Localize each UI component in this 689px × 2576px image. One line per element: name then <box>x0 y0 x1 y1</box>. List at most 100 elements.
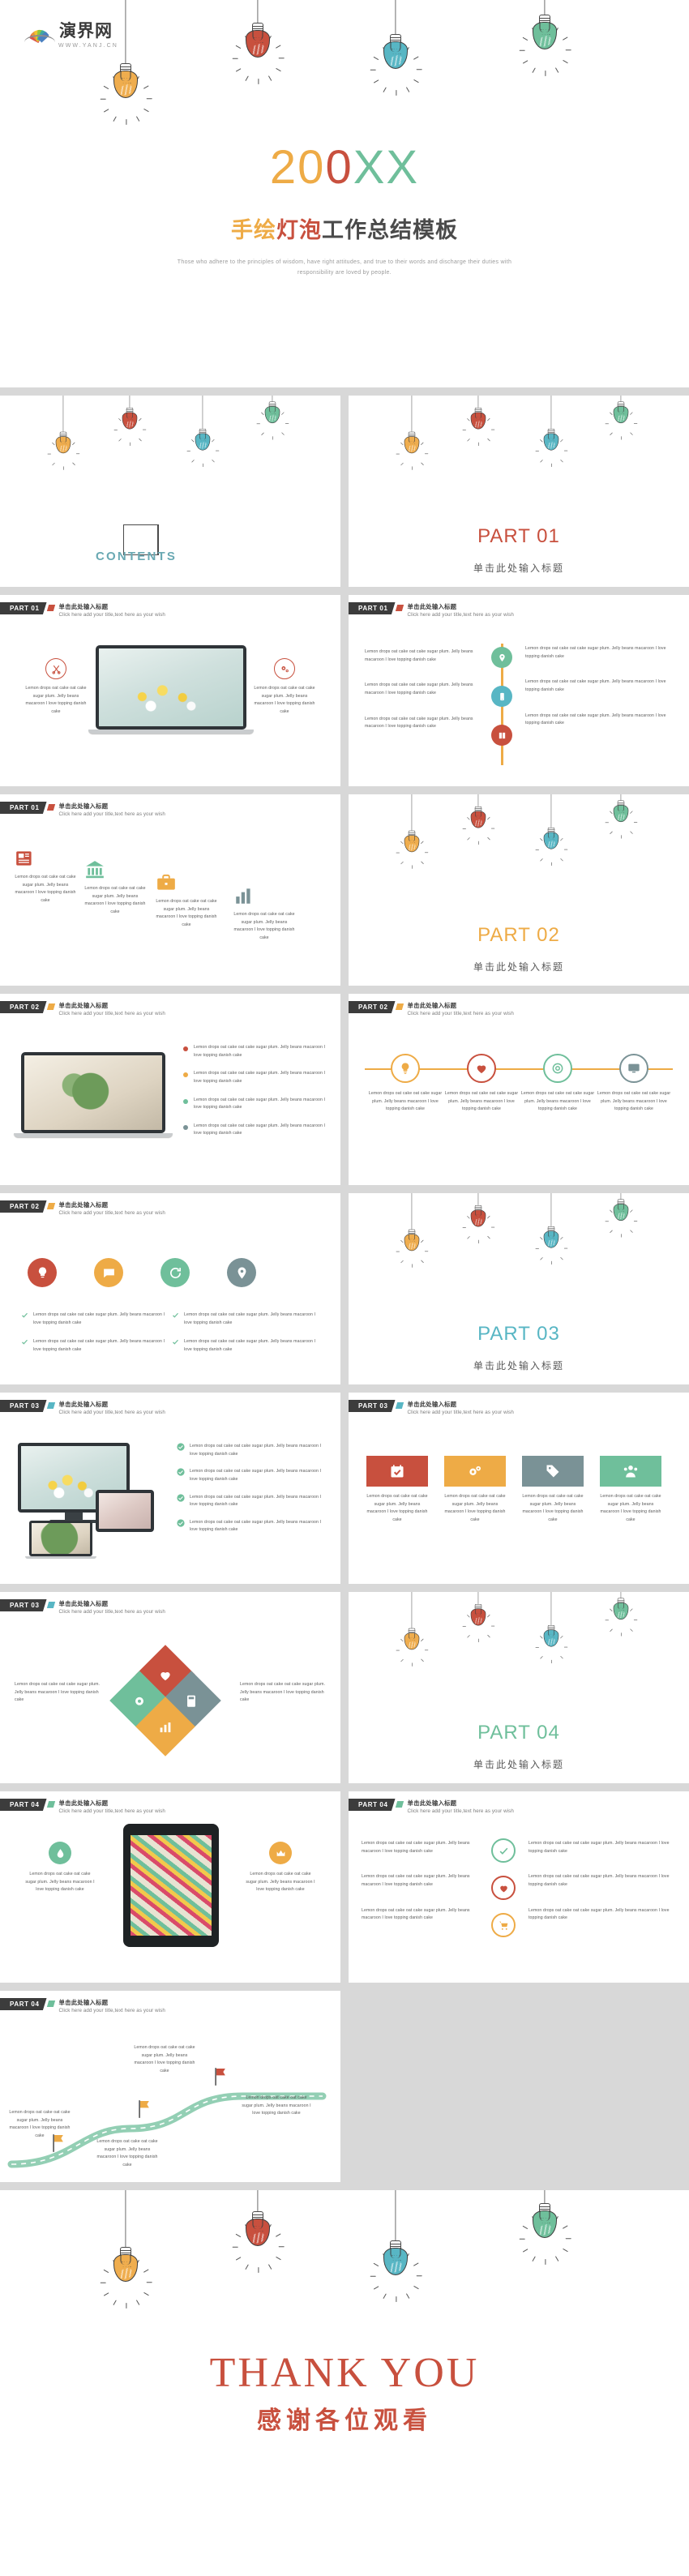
diamond-cluster <box>109 1645 221 1757</box>
main-title: 手绘灯泡工作总结模板 <box>0 212 689 244</box>
feature-left: Lemon drops oat cake oat cake sugar plum… <box>24 1842 96 1894</box>
slide-part04-two-columns[interactable]: PART 04 单击此处输入标题 Click here add your tit… <box>349 1791 689 1983</box>
check-icon <box>491 1838 516 1863</box>
part-badge: PART 02 <box>0 1001 47 1013</box>
slide-header: PART 03 单击此处输入标题 Click here add your tit… <box>0 1400 165 1415</box>
slide-divider-part-04[interactable]: PART 04 单击此处输入标题 <box>349 1592 689 1783</box>
ring-item-1: Lemon drops oat cake oat cake sugar plum… <box>368 1054 443 1114</box>
slide-row-3: PART 01 单击此处输入标题 Click here add your tit… <box>0 794 689 986</box>
slide-thank-you[interactable]: THANK YOU 感谢各位观看 <box>0 2190 689 2576</box>
check-mark-icon <box>172 1312 179 1327</box>
laptop-mockup <box>14 1052 173 1137</box>
part-badge: PART 03 <box>0 1400 47 1412</box>
list-text: Lemon drops oat cake oat cake sugar plum… <box>525 679 666 692</box>
check-item: Lemon drops oat cake oat cake sugar plum… <box>177 1519 324 1534</box>
roadmap-text-1: Lemon drops oat cake oat cake sugar plum… <box>9 2110 71 2138</box>
scissors-icon <box>45 658 66 679</box>
laptop-mockup <box>88 645 254 734</box>
col-text: Lemon drops oat cake oat cake sugar plum… <box>529 1874 670 1887</box>
slide-part01-steps[interactable]: PART 01 单击此处输入标题 Click here add your tit… <box>0 794 340 986</box>
header-cn-title: 单击此处输入标题 <box>58 802 109 810</box>
roadmap-text-3: Lemon drops oat cake oat cake sugar plum… <box>134 2045 195 2073</box>
chat-bubble-icon <box>94 1258 123 1287</box>
timeline-node-3 <box>491 725 512 746</box>
divider-part-text: PART 01 <box>477 525 560 547</box>
slide-header: PART 02 单击此处输入标题 Click here add your tit… <box>349 1001 514 1016</box>
thank-you-english: THANK YOU <box>209 2350 480 2396</box>
tile-1[interactable]: Lemon drops oat cake oat cake sugar plum… <box>366 1456 428 1525</box>
bullet-dot-icon <box>183 1072 188 1078</box>
slide-part03-devices[interactable]: PART 03 单击此处输入标题 Click here add your tit… <box>0 1393 340 1584</box>
slide-part02-round-icons[interactable]: PART 02 单击此处输入标题 Click here add your tit… <box>0 1193 340 1384</box>
mobile-icon <box>491 686 512 707</box>
slide-title[interactable]: 演界网 WWW.YANJ.CN 200XX 手绘灯泡工作总结模板 Those w… <box>0 0 689 387</box>
slide-contents[interactable]: CONTENTS 01 ADD YOUR TITLE HERE 02 ADD Y… <box>0 396 340 587</box>
check-circle-icon <box>177 1519 185 1534</box>
part-badge: PART 01 <box>0 602 47 614</box>
divider-part-text: PART 04 <box>477 1722 560 1744</box>
step-3: Lemon drops oat cake oat cake sugar plum… <box>156 872 217 930</box>
bar-chart-icon <box>233 885 295 906</box>
check-mark-icon <box>172 1338 179 1354</box>
slide-divider-part-01[interactable]: PART 01 单击此处输入标题 <box>349 396 689 587</box>
timeline-node-2 <box>491 686 512 707</box>
flag-icon <box>395 1003 404 1010</box>
step-4: Lemon drops oat cake oat cake sugar plum… <box>233 885 295 943</box>
tile-2[interactable]: Lemon drops oat cake oat cake sugar plum… <box>444 1456 506 1525</box>
part-badge: PART 04 <box>0 1799 47 1811</box>
header-cn-title: 单击此处输入标题 <box>407 1401 457 1408</box>
check-list: Lemon drops oat cake oat cake sugar plum… <box>177 1443 324 1534</box>
ring-item-4: Lemon drops oat cake oat cake sugar plum… <box>597 1054 671 1114</box>
check-text: Lemon drops oat cake oat cake sugar plum… <box>190 1444 322 1457</box>
check-text: Lemon drops oat cake oat cake sugar plum… <box>184 1312 316 1325</box>
ring-text: Lemon drops oat cake oat cake sugar plum… <box>368 1091 443 1112</box>
gears-icon <box>444 1456 506 1487</box>
header-en-title: Click here add your title,text here as y… <box>58 1410 165 1415</box>
slide-row-6: PART 03 单击此处输入标题 Click here add your tit… <box>0 1393 689 1584</box>
check-text: Lemon drops oat cake oat cake sugar plum… <box>190 1494 322 1508</box>
header-en-title: Click here add your title,text here as y… <box>407 612 514 618</box>
title-seg-red: 灯泡 <box>276 218 322 243</box>
check-mark-icon <box>21 1312 28 1327</box>
part-badge: PART 02 <box>0 1200 47 1213</box>
lightbulb-icon <box>391 1054 420 1083</box>
subtitle-line-1: Those who adhere to the principles of wi… <box>177 259 512 265</box>
slide-part02-laptop[interactable]: PART 02 单击此处输入标题 Click here add your tit… <box>0 994 340 1185</box>
slide-part04-roadmap[interactable]: PART 04 单击此处输入标题 Click here add your tit… <box>0 1991 340 2182</box>
brand-logo[interactable]: 演界网 WWW.YANJ.CN <box>24 18 118 49</box>
gears-icon <box>274 658 295 679</box>
bullet-dot-icon <box>183 1098 188 1104</box>
slide-divider-part-03[interactable]: PART 03 单击此处输入标题 <box>349 1193 689 1384</box>
book-icon <box>491 725 512 746</box>
check-item: Lemon drops oat cake oat cake sugar plum… <box>177 1443 324 1458</box>
slide-divider-part-02[interactable]: PART 02 单击此处输入标题 <box>349 794 689 986</box>
header-cn-title: 单击此处输入标题 <box>58 603 109 610</box>
bullet-item: Lemon drops oat cake oat cake sugar plum… <box>183 1044 326 1059</box>
slide-header: PART 01 单击此处输入标题 Click here add your tit… <box>0 802 165 817</box>
tile-3[interactable]: Lemon drops oat cake oat cake sugar plum… <box>522 1456 584 1525</box>
title-block: 200XX 手绘灯泡工作总结模板 Those who adhere to the… <box>0 130 689 279</box>
slide-part03-diamonds[interactable]: PART 03 单击此处输入标题 Click here add your tit… <box>0 1592 340 1783</box>
slide-row-9: PART 04 单击此处输入标题 Click here add your tit… <box>0 1991 689 2182</box>
year-20: 20 <box>269 141 326 194</box>
divider-block: PART 01 单击此处输入标题 <box>349 507 689 575</box>
check-item: Lemon drops oat cake oat cake sugar plum… <box>172 1338 323 1354</box>
list-text: Lemon drops oat cake oat cake sugar plum… <box>365 683 473 695</box>
icon-row <box>28 1258 256 1287</box>
slide-part04-tablet[interactable]: PART 04 单击此处输入标题 Click here add your tit… <box>0 1791 340 1983</box>
slide-part03-tiles[interactable]: PART 03 单击此处输入标题 Click here add your tit… <box>349 1393 689 1584</box>
feature-left: Lemon drops oat cake oat cake sugar plum… <box>23 658 89 717</box>
contents-heading: CONTENTS <box>96 550 178 563</box>
tile-4[interactable]: Lemon drops oat cake oat cake sugar plum… <box>600 1456 661 1525</box>
slide-row-4: PART 02 单击此处输入标题 Click here add your tit… <box>0 994 689 1185</box>
header-cn-title: 单击此处输入标题 <box>407 1799 457 1807</box>
bullet-text: Lemon drops oat cake oat cake sugar plum… <box>194 1097 326 1110</box>
part-badge: PART 03 <box>349 1400 396 1412</box>
header-en-title: Click here add your title,text here as y… <box>407 1808 514 1814</box>
slide-part02-ring-timeline[interactable]: PART 02 单击此处输入标题 Click here add your tit… <box>349 994 689 1185</box>
slide-header: PART 02 单击此处输入标题 Click here add your tit… <box>0 1001 165 1016</box>
col-text: Lemon drops oat cake oat cake sugar plum… <box>529 1841 670 1854</box>
slide-part01-vertical-list[interactable]: PART 01 单击此处输入标题 Click here add your tit… <box>349 595 689 786</box>
slide-part01-laptop[interactable]: PART 01 单击此处输入标题 Click here add your tit… <box>0 595 340 786</box>
check-item: Lemon drops oat cake oat cake sugar plum… <box>21 1338 172 1354</box>
